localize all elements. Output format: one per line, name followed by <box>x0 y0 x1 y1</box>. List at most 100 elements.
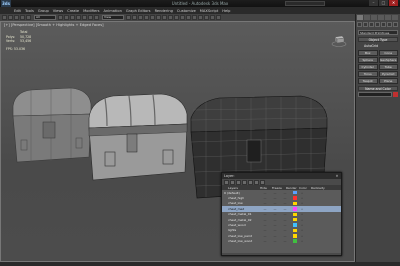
primitive-button-sphere[interactable]: Sphere <box>358 57 378 63</box>
pivot-icon[interactable] <box>126 15 131 20</box>
layer-hide-toggle[interactable]: — <box>260 196 270 200</box>
delete-layer-icon[interactable] <box>230 179 235 185</box>
select-object-icon[interactable] <box>58 15 63 20</box>
layer-hide-toggle[interactable]: — <box>260 239 270 243</box>
primitive-button-cone[interactable]: Cone <box>378 50 398 56</box>
primitive-button-plane[interactable]: Plane <box>378 78 398 84</box>
layer-radiosity-toggle[interactable]: • <box>297 218 307 222</box>
hide-all-icon[interactable] <box>254 179 259 185</box>
layer-freeze-toggle[interactable]: — <box>270 191 280 195</box>
named-selection-icon[interactable] <box>162 15 167 20</box>
layer-name[interactable]: chest_metal_01 <box>222 212 260 216</box>
layer-render-toggle[interactable]: — <box>280 196 290 200</box>
layer-freeze-toggle[interactable]: — <box>270 239 280 243</box>
layer-freeze-toggle[interactable]: — <box>270 196 280 200</box>
material-editor-icon[interactable] <box>198 15 203 20</box>
layer-name[interactable]: 0 (default) <box>222 191 260 195</box>
angle-snap-icon[interactable] <box>144 15 149 20</box>
primitive-button-tube[interactable]: Tube <box>378 64 398 70</box>
layer-name[interactable]: chest_metal_02 <box>222 218 260 222</box>
rotate-icon[interactable] <box>88 15 93 20</box>
layer-radiosity-toggle[interactable]: • <box>297 207 307 211</box>
layer-name[interactable]: chest_high <box>222 196 260 200</box>
layer-radiosity-toggle[interactable]: • <box>297 212 307 216</box>
layer-name[interactable]: chest_wood <box>222 223 260 227</box>
move-icon[interactable] <box>82 15 87 20</box>
layer-hide-toggle[interactable]: — <box>260 191 270 195</box>
reference-coordinate-dropdown[interactable]: View <box>102 15 124 20</box>
freeze-all-icon[interactable] <box>260 179 265 185</box>
layer-render-toggle[interactable]: — <box>280 191 290 195</box>
app-logo[interactable]: 3ds <box>1 0 11 7</box>
scale-icon[interactable] <box>94 15 99 20</box>
primitive-button-torus[interactable]: Torus <box>358 71 378 77</box>
window-crossing-icon[interactable] <box>76 15 81 20</box>
link-icon[interactable] <box>14 15 19 20</box>
layer-render-toggle[interactable]: — <box>280 228 290 232</box>
geometry-icon[interactable] <box>357 22 362 27</box>
spinner-snap-icon[interactable] <box>156 15 161 20</box>
layer-hide-toggle[interactable]: — <box>260 207 270 211</box>
render-icon[interactable] <box>216 15 221 20</box>
bind-space-warp-icon[interactable] <box>26 15 31 20</box>
layer-name[interactable]: chest_low_wood <box>222 239 260 243</box>
primitive-type-dropdown[interactable]: Standard Primitives <box>358 30 398 35</box>
menu-item-animation[interactable]: Animation <box>104 9 122 13</box>
layer-render-toggle[interactable]: — <box>280 223 290 227</box>
menu-item-modifiers[interactable]: Modifiers <box>83 9 99 13</box>
layer-radiosity-toggle[interactable]: • <box>297 223 307 227</box>
highlight-layer-icon[interactable] <box>248 179 253 185</box>
add-to-layer-icon[interactable] <box>236 179 241 185</box>
layer-manager-close-button[interactable]: ✕ <box>334 173 340 179</box>
layer-render-toggle[interactable]: — <box>280 212 290 216</box>
tab-display[interactable] <box>385 15 391 20</box>
menu-item-maxscript[interactable]: MAXScript <box>200 9 218 13</box>
redo-icon[interactable] <box>8 15 13 20</box>
unlink-icon[interactable] <box>20 15 25 20</box>
layer-hide-toggle[interactable]: — <box>260 234 270 238</box>
minimize-button[interactable]: – <box>369 0 378 6</box>
layer-freeze-toggle[interactable]: — <box>270 201 280 205</box>
menu-item-rendering[interactable]: Rendering <box>155 9 173 13</box>
chest-medium-model[interactable] <box>88 93 188 181</box>
column-header-hide[interactable]: Hide <box>260 186 272 190</box>
menu-item-edit[interactable]: Edit <box>14 9 21 13</box>
lights-icon[interactable] <box>369 22 374 27</box>
tab-utilities[interactable] <box>392 15 398 20</box>
layer-name[interactable]: lights <box>222 228 260 232</box>
tab-motion[interactable] <box>378 15 384 20</box>
menu-item-help[interactable]: Help <box>222 9 230 13</box>
layer-radiosity-toggle[interactable]: • <box>297 201 307 205</box>
primitive-button-cylinder[interactable]: Cylinder <box>358 64 378 70</box>
layer-hide-toggle[interactable]: — <box>260 212 270 216</box>
layer-radiosity-toggle[interactable]: • <box>297 239 307 243</box>
layer-freeze-toggle[interactable]: — <box>270 218 280 222</box>
menu-item-group[interactable]: Group <box>38 9 49 13</box>
tab-modify[interactable] <box>364 15 370 20</box>
layer-render-toggle[interactable]: — <box>280 239 290 243</box>
tab-hierarchy[interactable] <box>371 15 377 20</box>
layer-freeze-toggle[interactable]: — <box>270 234 280 238</box>
layer-render-toggle[interactable]: — <box>280 207 290 211</box>
object-name-input[interactable] <box>358 92 392 97</box>
column-header-layers[interactable]: Layers <box>222 186 260 190</box>
shapes-icon[interactable] <box>363 22 368 27</box>
search-input[interactable] <box>285 1 325 6</box>
layer-render-toggle[interactable]: — <box>280 234 290 238</box>
snap-icon[interactable] <box>138 15 143 20</box>
layer-radiosity-toggle[interactable]: • <box>297 228 307 232</box>
primitive-button-box[interactable]: Box <box>358 50 378 56</box>
autogrid-checkbox[interactable]: AutoGrid <box>358 44 398 49</box>
render-frame-icon[interactable] <box>210 15 215 20</box>
column-header-color[interactable]: Color <box>299 186 311 190</box>
percent-snap-icon[interactable] <box>150 15 155 20</box>
layer-freeze-toggle[interactable]: — <box>270 228 280 232</box>
layer-radiosity-toggle[interactable]: • <box>297 234 307 238</box>
layer-radiosity-toggle[interactable]: • <box>297 191 307 195</box>
curve-editor-icon[interactable] <box>186 15 191 20</box>
layer-hide-toggle[interactable]: — <box>260 228 270 232</box>
layer-manager-icon[interactable] <box>180 15 185 20</box>
select-by-name-icon[interactable] <box>64 15 69 20</box>
menu-item-create[interactable]: Create <box>67 9 79 13</box>
name-and-color-rollout[interactable]: Name and Color <box>358 86 398 91</box>
